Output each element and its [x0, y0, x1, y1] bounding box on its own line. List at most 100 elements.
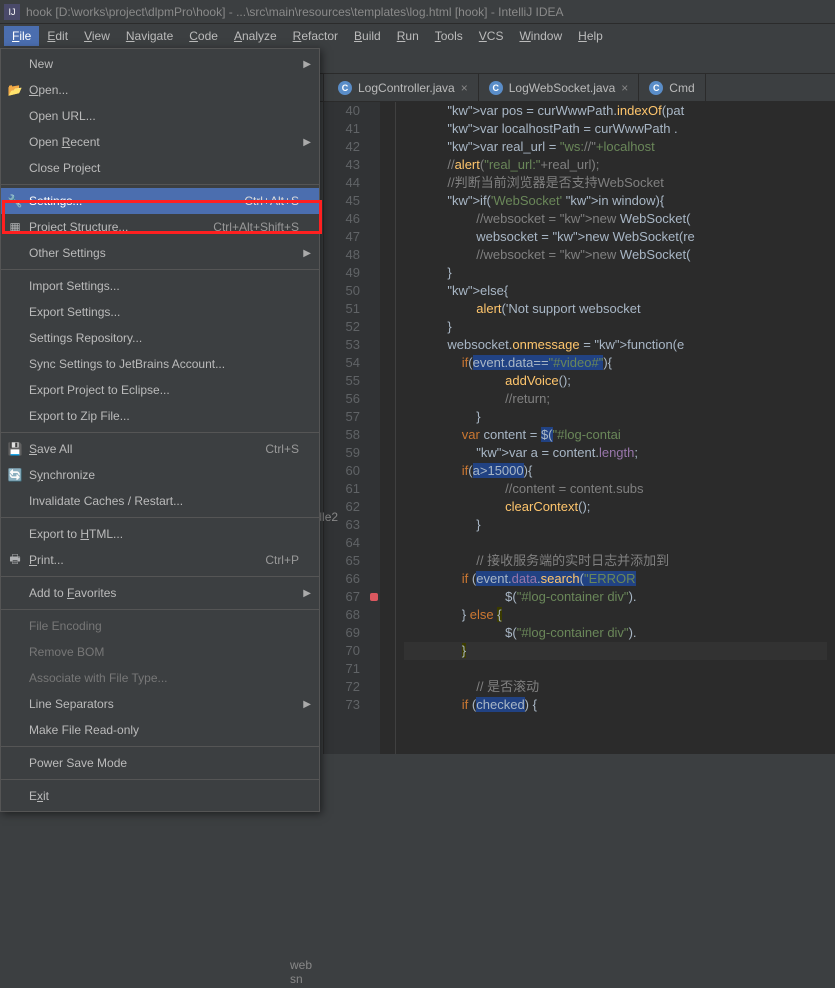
code-line[interactable]: if (event.data.search("ERROR [404, 570, 827, 588]
menu-item-print[interactable]: 🖶Print...Ctrl+P [1, 547, 319, 573]
code-line[interactable]: //websocket = "kw">new WebSocket( [404, 210, 827, 228]
line-number[interactable]: 69 [324, 624, 360, 642]
code-line[interactable] [404, 660, 827, 678]
line-number[interactable]: 44 [324, 174, 360, 192]
menubar-item-build[interactable]: Build [346, 26, 389, 46]
editor-tab[interactable]: CCmd [639, 74, 705, 101]
code-line[interactable]: websocket = "kw">new WebSocket(re [404, 228, 827, 246]
code-line[interactable]: alert('Not support websocket [404, 300, 827, 318]
menu-item-invalidate-caches-restart[interactable]: Invalidate Caches / Restart... [1, 488, 319, 514]
code-line[interactable]: } else { [404, 606, 827, 624]
menu-item-save-all[interactable]: 💾Save AllCtrl+S [1, 436, 319, 462]
code-line[interactable]: var content = $("#log-contai [404, 426, 827, 444]
code-line[interactable]: //判断当前浏览器是否支持WebSocket [404, 174, 827, 192]
menu-item-exit[interactable]: Exit [1, 783, 319, 809]
breakpoint-icon[interactable] [370, 593, 378, 601]
menu-item-project-structure[interactable]: ▦Project Structure...Ctrl+Alt+Shift+S [1, 214, 319, 240]
code-line[interactable]: "kw">var pos = curWwwPath.indexOf(pat [404, 102, 827, 120]
menu-item-other-settings[interactable]: Other Settings▶ [1, 240, 319, 266]
code-line[interactable]: "kw">if('WebSocket' "kw">in window){ [404, 192, 827, 210]
code-line[interactable]: } [404, 642, 827, 660]
line-gutter[interactable]: 4041424344454647484950515253545556575859… [324, 102, 368, 754]
menubar-item-run[interactable]: Run [389, 26, 427, 46]
menubar-item-edit[interactable]: Edit [39, 26, 76, 46]
close-icon[interactable]: × [621, 81, 628, 95]
line-number[interactable]: 64 [324, 534, 360, 552]
code-line[interactable]: //return; [404, 390, 827, 408]
line-number[interactable]: 40 [324, 102, 360, 120]
code-line[interactable]: if(event.data=="#video#"){ [404, 354, 827, 372]
menu-item-synchronize[interactable]: 🔄Synchronize [1, 462, 319, 488]
code-line[interactable]: //content = content.subs [404, 480, 827, 498]
line-number[interactable]: 67 [324, 588, 360, 606]
menu-item-settings[interactable]: 🔧Settings...Ctrl+Alt+S [1, 188, 319, 214]
code-line[interactable]: $("#log-container div"). [404, 624, 827, 642]
menu-item-new[interactable]: New▶ [1, 51, 319, 77]
menu-item-add-to-favorites[interactable]: Add to Favorites▶ [1, 580, 319, 606]
line-number[interactable]: 48 [324, 246, 360, 264]
line-number[interactable]: 49 [324, 264, 360, 282]
line-number[interactable]: 68 [324, 606, 360, 624]
menu-item-export-to-zip-file[interactable]: Export to Zip File... [1, 403, 319, 429]
code-line[interactable] [404, 534, 827, 552]
line-number[interactable]: 72 [324, 678, 360, 696]
menu-item-sync-settings-to-jetbrains-account[interactable]: Sync Settings to JetBrains Account... [1, 351, 319, 377]
line-number[interactable]: 53 [324, 336, 360, 354]
line-number[interactable]: 60 [324, 462, 360, 480]
menubar-item-refactor[interactable]: Refactor [285, 26, 346, 46]
line-number[interactable]: 58 [324, 426, 360, 444]
menubar-item-file[interactable]: File [4, 26, 39, 46]
code-line[interactable]: "kw">else{ [404, 282, 827, 300]
code-line[interactable]: } [404, 516, 827, 534]
menubar-item-view[interactable]: View [76, 26, 118, 46]
menu-item-close-project[interactable]: Close Project [1, 155, 319, 181]
line-number[interactable]: 70 [324, 642, 360, 660]
code-line[interactable]: $("#log-container div"). [404, 588, 827, 606]
menu-item-open-url[interactable]: Open URL... [1, 103, 319, 129]
line-number[interactable]: 66 [324, 570, 360, 588]
editor-tab[interactable]: CLogController.java× [328, 74, 479, 101]
menubar-item-help[interactable]: Help [570, 26, 611, 46]
line-number[interactable]: 46 [324, 210, 360, 228]
code-line[interactable]: } [404, 408, 827, 426]
code-line[interactable]: //alert("real_url:"+real_url); [404, 156, 827, 174]
menu-item-settings-repository[interactable]: Settings Repository... [1, 325, 319, 351]
menu-item-open-recent[interactable]: Open Recent▶ [1, 129, 319, 155]
code-line[interactable]: if(a>15000){ [404, 462, 827, 480]
menu-item-make-file-read-only[interactable]: Make File Read-only [1, 717, 319, 743]
line-number[interactable]: 65 [324, 552, 360, 570]
code-line[interactable]: "kw">var real_url = "ws://"+localhost [404, 138, 827, 156]
line-number[interactable]: 55 [324, 372, 360, 390]
code-line[interactable]: clearContext(); [404, 498, 827, 516]
line-number[interactable]: 42 [324, 138, 360, 156]
menu-item-line-separators[interactable]: Line Separators▶ [1, 691, 319, 717]
menu-item-import-settings[interactable]: Import Settings... [1, 273, 319, 299]
menubar-item-code[interactable]: Code [181, 26, 226, 46]
code-line[interactable]: "kw">var localhostPath = curWwwPath . [404, 120, 827, 138]
breakpoint-column[interactable] [368, 102, 380, 754]
line-number[interactable]: 41 [324, 120, 360, 138]
code-line[interactable]: addVoice(); [404, 372, 827, 390]
close-icon[interactable]: × [461, 81, 468, 95]
menu-item-export-settings[interactable]: Export Settings... [1, 299, 319, 325]
line-number[interactable]: 61 [324, 480, 360, 498]
menubar-item-navigate[interactable]: Navigate [118, 26, 181, 46]
menubar-item-window[interactable]: Window [511, 26, 570, 46]
code-line[interactable]: // 是否滚动 [404, 678, 827, 696]
code-line[interactable]: websocket.onmessage = "kw">function(e [404, 336, 827, 354]
line-number[interactable]: 56 [324, 390, 360, 408]
editor-tab[interactable]: CLogWebSocket.java× [479, 74, 640, 101]
code-line[interactable]: //websocket = "kw">new WebSocket( [404, 246, 827, 264]
line-number[interactable]: 71 [324, 660, 360, 678]
line-number[interactable]: 54 [324, 354, 360, 372]
menubar-item-tools[interactable]: Tools [427, 26, 471, 46]
menu-item-export-project-to-eclipse[interactable]: Export Project to Eclipse... [1, 377, 319, 403]
line-number[interactable]: 73 [324, 696, 360, 714]
menubar-item-analyze[interactable]: Analyze [226, 26, 285, 46]
line-number[interactable]: 59 [324, 444, 360, 462]
line-number[interactable]: 43 [324, 156, 360, 174]
line-number[interactable]: 47 [324, 228, 360, 246]
code-line[interactable]: // 接收服务端的实时日志并添加到 [404, 552, 827, 570]
code-area[interactable]: 4041424344454647484950515253545556575859… [324, 102, 835, 754]
code-line[interactable]: if (checked) { [404, 696, 827, 714]
